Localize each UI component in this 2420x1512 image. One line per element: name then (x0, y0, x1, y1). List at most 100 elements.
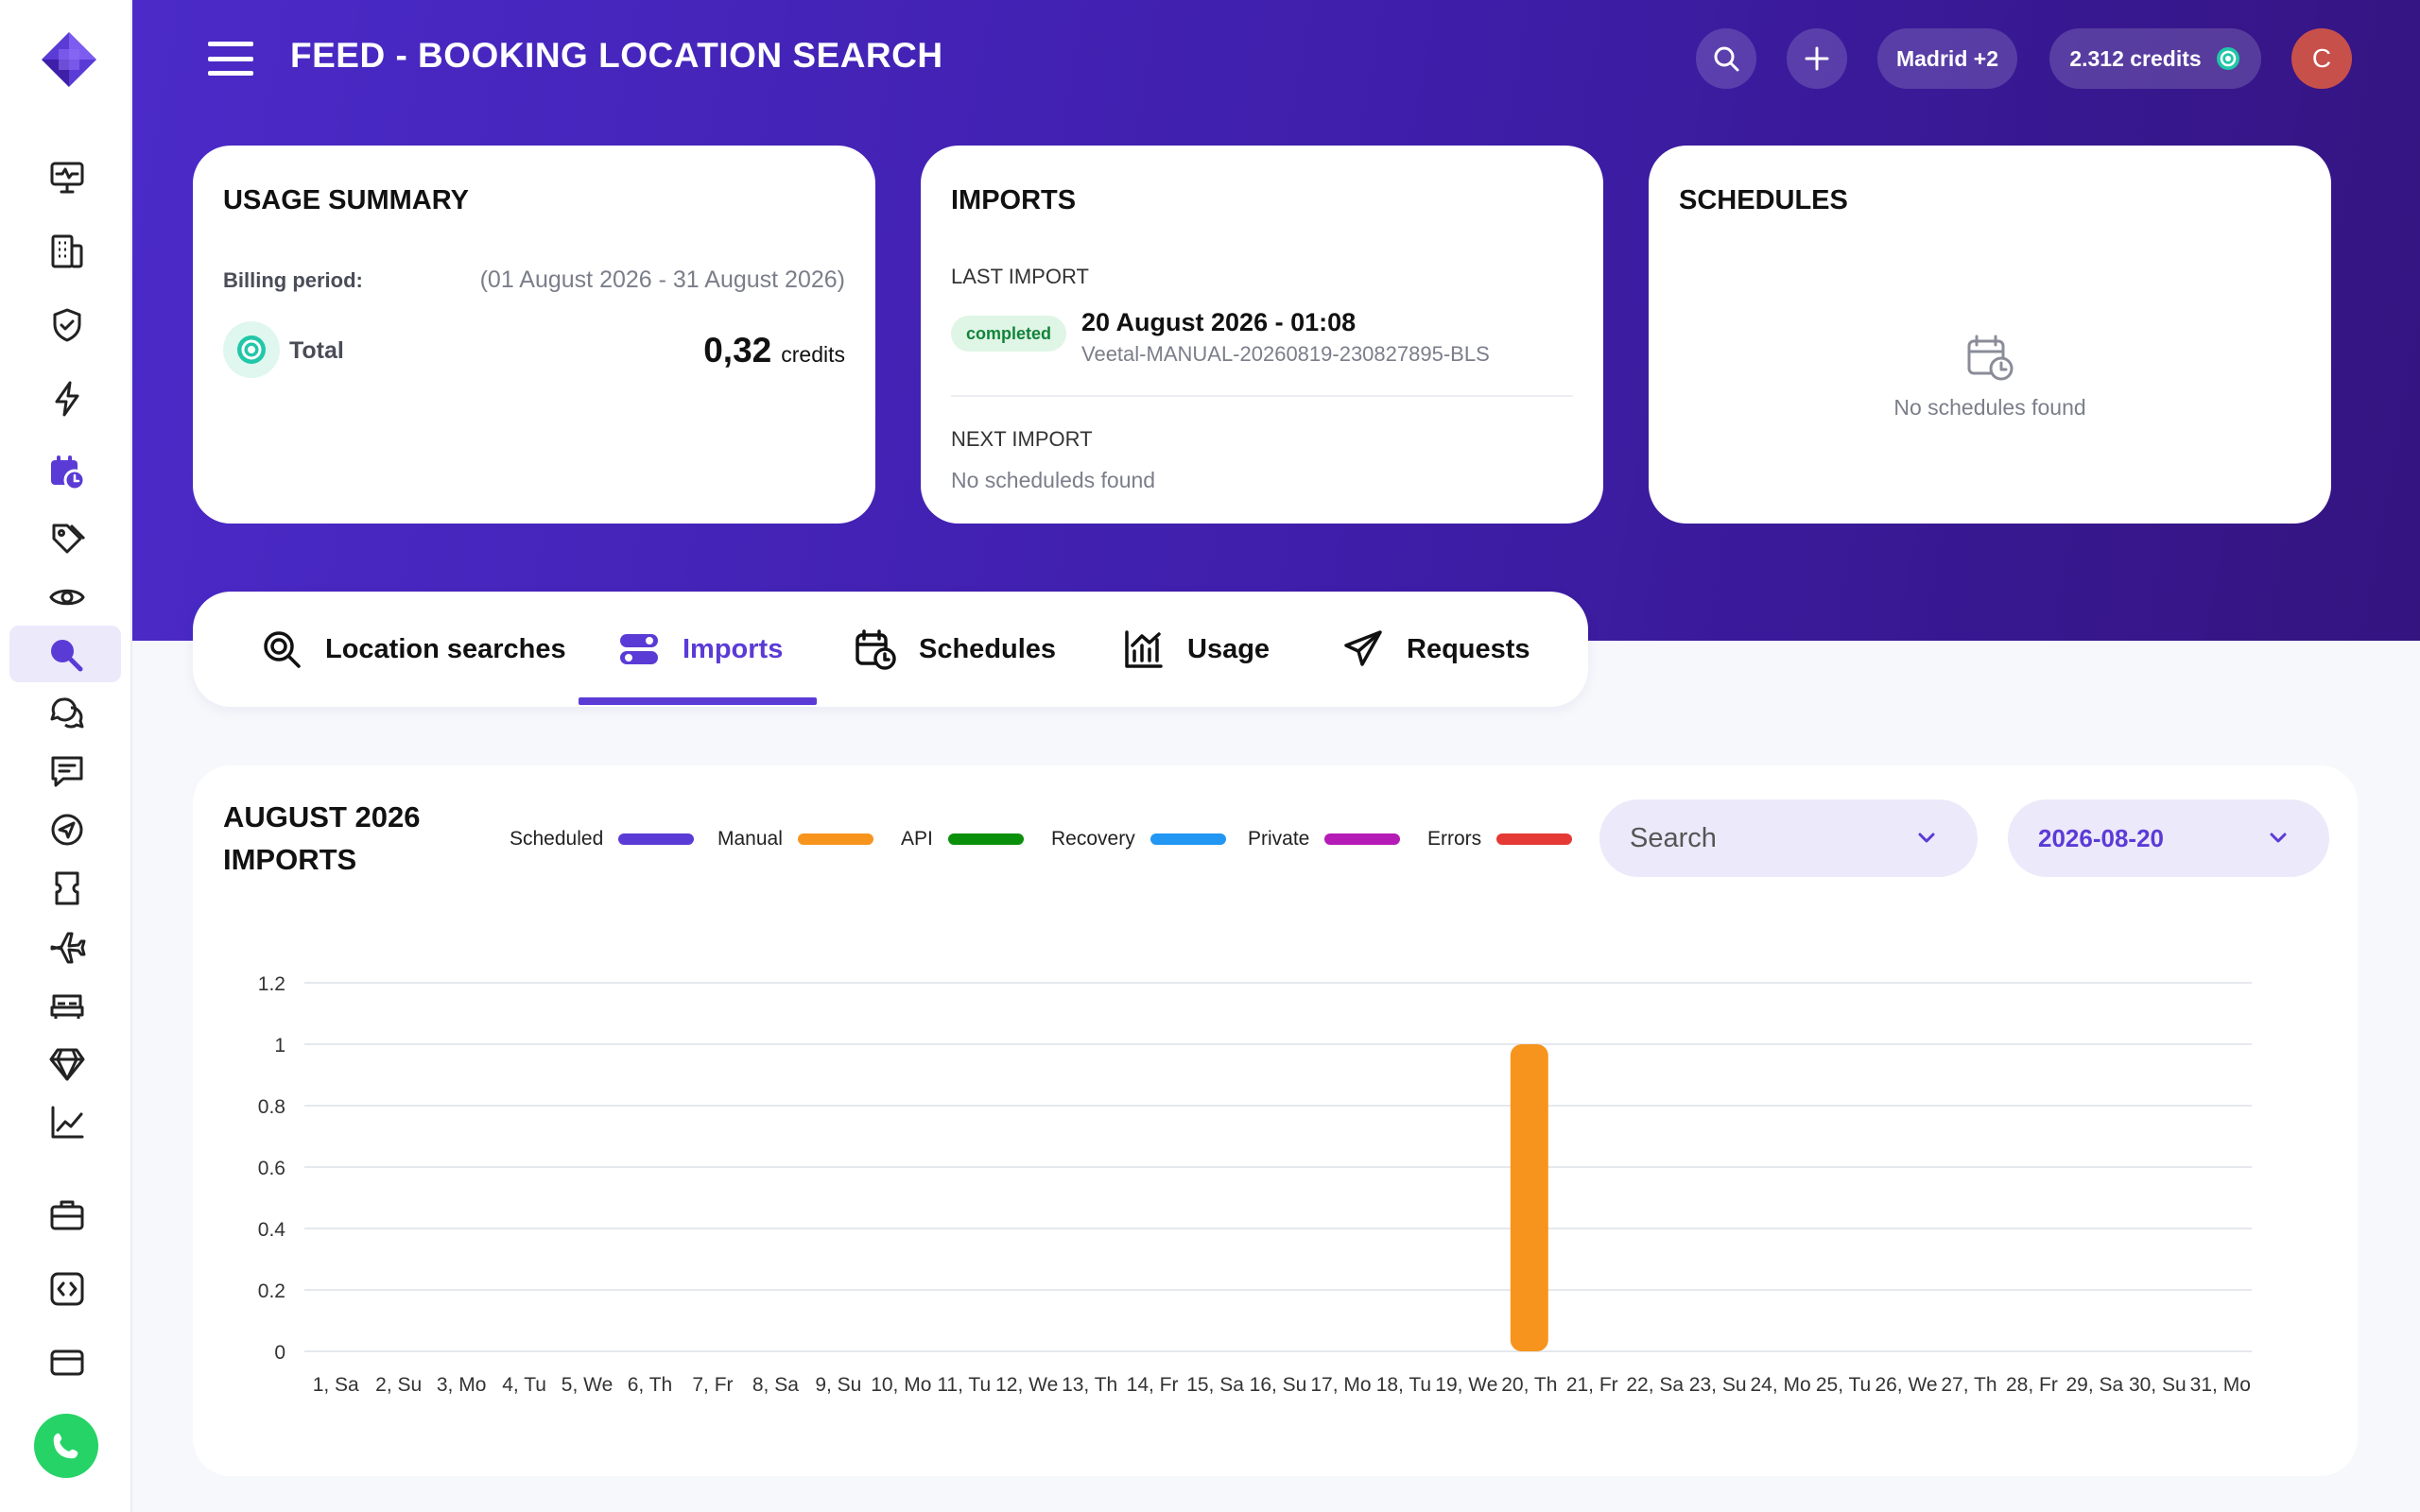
tab-label: Imports (683, 633, 784, 664)
tab-label: Location searches (325, 633, 566, 664)
legend-swatch (618, 833, 695, 845)
sidebar-item-tags[interactable] (38, 512, 96, 565)
billing-period-label: Billing period: (223, 268, 363, 292)
x-tick-label: 1, Sa (313, 1374, 359, 1396)
legend-item-recovery: Recovery (1051, 825, 1226, 853)
eye-icon (49, 589, 85, 606)
chart-title-line2: IMPORTS (223, 843, 357, 876)
x-tick-label: 16, Su (1250, 1374, 1307, 1396)
tab-schedules[interactable]: Schedules (855, 592, 1056, 707)
sidebar-item-automation[interactable] (38, 372, 96, 425)
sidebar-item-developer[interactable] (38, 1263, 96, 1315)
x-tick-label: 20, Th (1501, 1374, 1557, 1396)
calendar-clock-icon (856, 629, 896, 670)
x-tick-label: 30, Su (2129, 1374, 2187, 1396)
page-title: FEED - BOOKING LOCATION SEARCH (290, 36, 943, 75)
building-icon (51, 234, 83, 268)
search-select[interactable]: Search (1599, 799, 1978, 877)
chart-bar-icon (1125, 630, 1163, 668)
x-tick-label: 29, Sa (2066, 1374, 2124, 1396)
divider (951, 395, 1573, 397)
user-avatar[interactable]: C (2291, 28, 2352, 89)
sidebar-item-chats[interactable] (38, 686, 96, 739)
chart-title-line1: AUGUST 2026 (223, 800, 421, 833)
header-search-button[interactable] (1696, 28, 1756, 89)
legend-swatch (947, 833, 1024, 845)
tab-imports[interactable]: Imports (618, 592, 783, 707)
next-import-label: NEXT IMPORT (951, 427, 1093, 451)
tab-location-searches[interactable]: Location searches (261, 592, 566, 707)
tab-label: Schedules (919, 633, 1057, 664)
x-tick-label: 23, Su (1689, 1374, 1747, 1396)
tab-bar: Location searches Imports Schedules Usag… (193, 592, 1588, 707)
total-value: 0,32 (703, 331, 772, 369)
x-tick-label: 17, Mo (1310, 1374, 1371, 1396)
total-unit: credits (781, 342, 845, 367)
plus-icon (1805, 46, 1829, 71)
search-select-value: Search (1630, 822, 1717, 853)
sidebar-item-flights[interactable] (38, 920, 96, 973)
y-tick-label: 0.4 (258, 1219, 286, 1241)
card-title: USAGE SUMMARY (223, 185, 469, 215)
app-logo-icon[interactable] (38, 28, 100, 91)
date-select[interactable]: 2026-08-20 (2008, 799, 2329, 877)
x-tick-label: 14, Fr (1127, 1374, 1179, 1396)
chart-title: AUGUST 2026 IMPORTS (223, 796, 420, 881)
whatsapp-button[interactable] (34, 1414, 98, 1478)
sidebar-item-schedules[interactable] (38, 446, 96, 499)
sidebar-item-premium[interactable] (38, 1038, 96, 1091)
x-tick-label: 18, Tu (1376, 1374, 1431, 1396)
sidebar-item-billing[interactable] (38, 1336, 96, 1389)
coin-icon (2216, 47, 2239, 70)
x-tick-label: 24, Mo (1751, 1374, 1811, 1396)
x-tick-label: 25, Tu (1816, 1374, 1871, 1396)
bar-manual-20 (1510, 1044, 1548, 1351)
y-tick-label: 0 (274, 1342, 285, 1364)
location-pill-label: Madrid +2 (1895, 45, 1998, 71)
sidebar-item-hotels[interactable] (38, 979, 96, 1032)
menu-toggle-button[interactable] (208, 42, 253, 76)
sidebar-item-messages[interactable] (38, 745, 96, 798)
last-import-id: Veetal-MANUAL-20260819-230827895-BLS (1081, 342, 1490, 366)
sidebar-item-tickets[interactable] (38, 862, 96, 915)
x-tick-label: 28, Fr (2006, 1374, 2058, 1396)
trend-chart-icon (51, 1106, 84, 1139)
x-tick-label: 22, Sa (1626, 1374, 1684, 1396)
schedules-empty-text: No schedules found (1893, 395, 2086, 420)
send-circle-icon (51, 814, 83, 846)
search-icon (51, 640, 83, 672)
x-tick-label: 15, Sa (1186, 1374, 1244, 1396)
usage-summary-card: USAGE SUMMARY Billing period: (01 August… (193, 146, 875, 524)
y-tick-label: 0.8 (258, 1096, 285, 1118)
diamond-icon (49, 1048, 85, 1081)
credits-badge[interactable]: 2.312 credits (2049, 28, 2261, 89)
sidebar-item-analytics[interactable] (38, 1096, 96, 1149)
last-import-label: LAST IMPORT (951, 265, 1089, 288)
hamburger-icon (208, 42, 253, 46)
tab-label: Usage (1187, 633, 1270, 664)
sidebar-item-security[interactable] (38, 299, 96, 352)
tab-requests[interactable]: Requests (1342, 592, 1530, 707)
sidebar-item-work[interactable] (38, 1189, 96, 1242)
legend-item-api: API (901, 825, 1024, 853)
x-tick-label: 11, Tu (937, 1374, 991, 1396)
imports-card: IMPORTS LAST IMPORT completed 20 August … (921, 146, 1603, 524)
sidebar-item-buildings[interactable] (38, 225, 96, 278)
legend-label: API (901, 828, 933, 850)
tab-usage[interactable]: Usage (1123, 592, 1270, 707)
sidebar-item-visibility[interactable] (38, 571, 96, 624)
sidebar-item-location-search[interactable] (9, 626, 121, 682)
shield-check-icon (53, 308, 81, 342)
legend-label: Recovery (1051, 828, 1135, 850)
header-add-button[interactable] (1787, 28, 1847, 89)
legend-label: Errors (1427, 828, 1482, 850)
legend-label: Manual (717, 828, 783, 850)
next-import-value: No scheduleds found (951, 468, 1156, 492)
sidebar-item-send[interactable] (38, 803, 96, 856)
legend-item-private: Private (1248, 825, 1401, 853)
y-tick-label: 0.2 (258, 1280, 285, 1302)
sidebar-item-monitor[interactable] (38, 151, 96, 204)
location-selector[interactable]: Madrid +2 (1877, 28, 2017, 89)
credit-card-icon (50, 1349, 84, 1376)
x-tick-label: 27, Th (1941, 1374, 1996, 1396)
